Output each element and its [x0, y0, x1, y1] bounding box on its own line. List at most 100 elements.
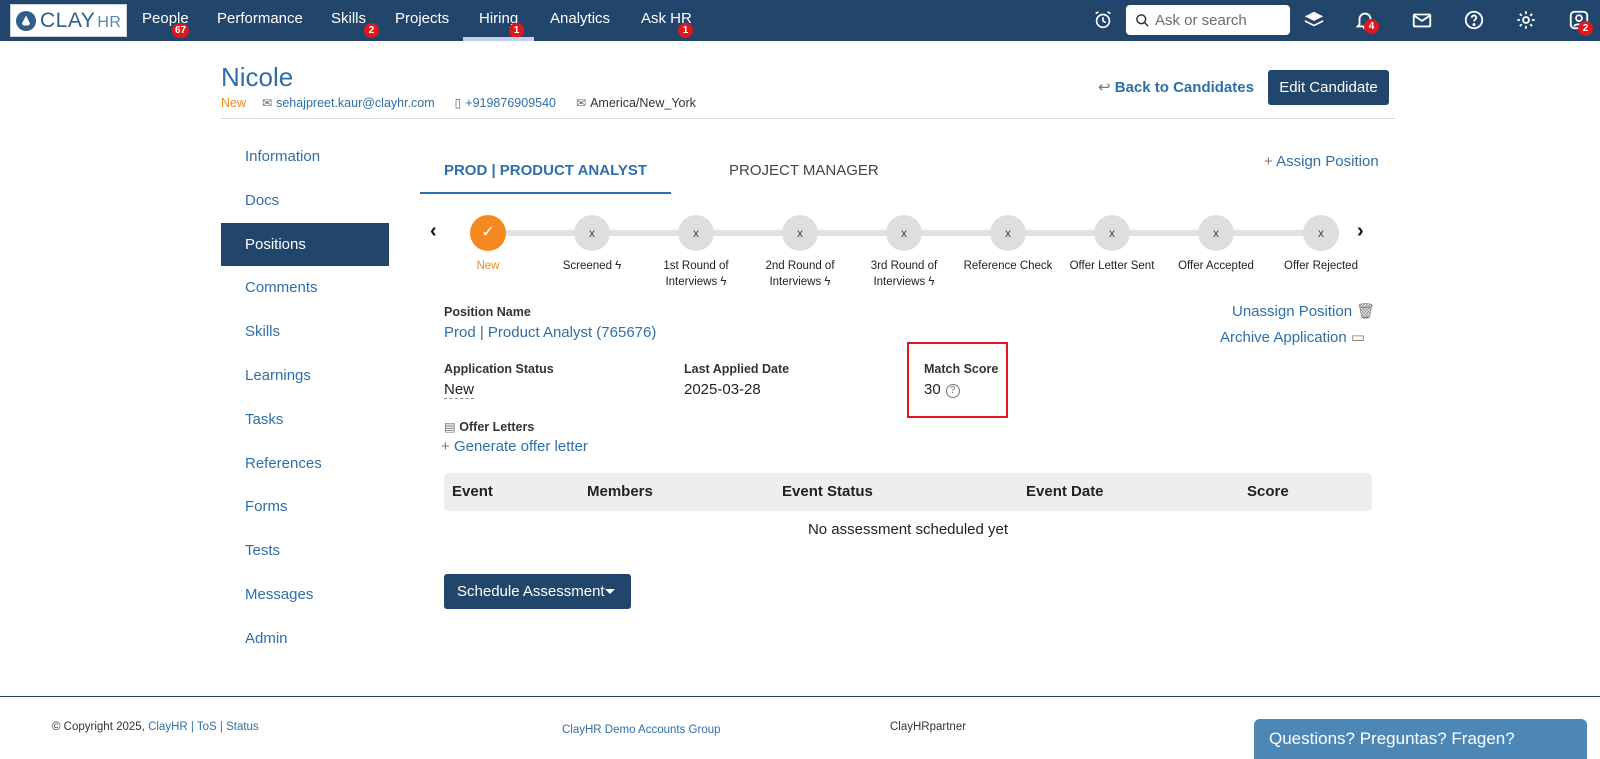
sidebar-item-references[interactable]: References [221, 442, 389, 486]
question-icon[interactable]: ? [945, 384, 960, 398]
footer-group-link[interactable]: ClayHR Demo Accounts Group [562, 724, 721, 736]
sidebar-item-learnings[interactable]: Learnings [221, 354, 389, 398]
nav-ask-hr[interactable]: Ask HR 1 [641, 10, 693, 38]
header-divider [221, 118, 1395, 119]
archive-application-link[interactable]: Archive Application ▭ [1220, 328, 1365, 346]
search-input[interactable] [1155, 11, 1285, 29]
nav-hiring[interactable]: Hiring 1 [462, 10, 535, 41]
stage-x-icon[interactable]: x [1303, 215, 1339, 251]
position-name-link[interactable]: Prod | Product Analyst (765676) [444, 324, 656, 341]
sidebar-item-tasks[interactable]: Tasks [221, 398, 389, 442]
stage-check-icon[interactable]: ✓ [470, 215, 506, 251]
envelope-open-icon: ✉ [576, 96, 587, 110]
stage-2nd-round: x 2nd Round of Interviews ϟ [750, 215, 850, 290]
stage-x-icon[interactable]: x [574, 215, 610, 251]
alarm-clock-icon[interactable] [1092, 9, 1114, 31]
nav-projects[interactable]: Projects [395, 10, 449, 32]
gear-icon[interactable] [1515, 9, 1537, 31]
stage-offer-letter-sent: x Offer Letter Sent [1062, 215, 1162, 274]
sidebar-item-forms[interactable]: Forms [221, 485, 389, 529]
hiring-badge: 1 [509, 23, 524, 38]
sidebar-item-information[interactable]: Information [221, 135, 389, 179]
edit-candidate-button[interactable]: Edit Candidate [1268, 70, 1389, 105]
back-arrow-icon: ↩ [1098, 79, 1115, 96]
application-status-label: Application Status [444, 362, 554, 376]
stage-x-icon[interactable]: x [1198, 215, 1234, 251]
match-score: 30? [924, 381, 960, 398]
stage-x-icon[interactable]: x [782, 215, 818, 251]
mail-icon[interactable] [1411, 9, 1433, 31]
tab-prod-product-analyst[interactable]: PROD | PRODUCT ANALYST [420, 162, 671, 194]
stage-x-icon[interactable]: x [990, 215, 1026, 251]
footer-tos-link[interactable]: ToS [197, 721, 217, 733]
caret-down-icon[interactable] [605, 589, 615, 594]
stage-x-icon[interactable]: x [678, 215, 714, 251]
ask-hr-badge: 1 [678, 23, 693, 38]
sidebar-item-messages[interactable]: Messages [221, 573, 389, 617]
column-event-date: Event Date [1026, 483, 1104, 500]
document-icon: ▤ [444, 420, 460, 434]
schedule-assessment-button[interactable]: Schedule Assessment [444, 574, 631, 609]
clayhr-logo[interactable]: CLAY HR [10, 4, 127, 37]
unassign-position-link[interactable]: Unassign Position 🗑 [1232, 302, 1375, 320]
footer-status-link[interactable]: Status [226, 721, 259, 733]
sidebar-item-tests[interactable]: Tests [221, 529, 389, 573]
sidebar-item-docs[interactable]: Docs [221, 179, 389, 223]
sidebar-item-admin[interactable]: Admin [221, 617, 389, 661]
stage-offer-accepted: x Offer Accepted [1166, 215, 1266, 274]
last-applied-label: Last Applied Date [684, 362, 790, 376]
user-icon[interactable]: 2 [1568, 9, 1593, 36]
footer-clayhr-link[interactable]: ClayHR [148, 721, 188, 733]
assign-position-link[interactable]: + Assign Position [1264, 153, 1379, 170]
nav-analytics[interactable]: Analytics [550, 10, 610, 32]
logo-name: CLAY [40, 8, 96, 32]
sidebar-item-skills[interactable]: Skills [221, 310, 389, 354]
back-to-candidates-link[interactable]: ↩ Back to Candidates [1098, 78, 1254, 96]
assessment-empty-message: No assessment scheduled yet [807, 521, 1009, 538]
plus-icon: + [441, 438, 454, 455]
trash-icon: 🗑 [1352, 303, 1376, 320]
match-score-label: Match Score [924, 362, 999, 376]
chat-widget[interactable]: Questions? Preguntas? Fragen? [1254, 719, 1587, 759]
search-box[interactable] [1126, 5, 1290, 35]
stage-label: New [476, 260, 500, 272]
tab-project-manager[interactable]: PROJECT MANAGER [729, 162, 879, 179]
stage-label: Screened [562, 260, 612, 272]
top-navigation-bar: CLAY HR People 67 Performance Skills 2 Pr… [0, 0, 1600, 41]
application-status-value[interactable]: New [444, 381, 475, 399]
candidate-email[interactable]: ✉ sehajpreet.kaur@clayhr.com [262, 96, 435, 110]
candidate-meta: New ✉ sehajpreet.kaur@clayhr.com ▯ +919876… [221, 96, 696, 110]
stage-x-icon[interactable]: x [1094, 215, 1130, 251]
footer-divider [0, 696, 1600, 697]
phone-icon: ▯ [454, 96, 462, 110]
stage-offer-rejected: x Offer Rejected [1271, 215, 1371, 274]
footer-copyright: © Copyright 2025, ClayHR | ToS | Status [52, 721, 259, 733]
candidate-name: Nicole [221, 62, 294, 92]
nav-skills[interactable]: Skills 2 [331, 10, 379, 38]
search-icon [1136, 13, 1149, 27]
help-icon[interactable] [1463, 9, 1485, 31]
assessment-table-header: Event Members Event Status Event Date Sc… [444, 473, 1372, 511]
nav-people[interactable]: People 67 [142, 10, 190, 38]
lightning-icon: ϟ [821, 276, 831, 288]
sidebar-item-comments[interactable]: Comments [221, 266, 389, 310]
stage-label: Offer Letter Sent [1069, 260, 1155, 272]
bell-icon[interactable]: 4 [1354, 9, 1379, 34]
last-applied-value: 2025-03-28 [684, 381, 761, 398]
pipeline-prev-arrow-icon[interactable]: ‹ [430, 220, 437, 243]
column-event-status: Event Status [782, 483, 873, 500]
stage-label: Offer Accepted [1178, 260, 1254, 272]
generate-offer-letter-link[interactable]: + Generate offer letter [441, 438, 588, 455]
schedule-assessment-label: Schedule Assessment [457, 583, 605, 600]
nav-performance[interactable]: Performance [217, 10, 303, 32]
lightning-icon: ϟ [925, 276, 935, 288]
layers-icon[interactable] [1303, 9, 1325, 31]
candidate-status: New [221, 96, 247, 110]
sidebar-item-positions[interactable]: Positions [221, 222, 389, 267]
archive-icon: ▭ [1346, 329, 1366, 346]
stage-3rd-round: x 3rd Round of Interviews ϟ [854, 215, 954, 290]
candidate-phone[interactable]: ▯ +919876909540 [455, 96, 556, 110]
footer-partner: ClayHRpartner [890, 721, 967, 733]
lightning-icon: ϟ [611, 260, 622, 272]
stage-x-icon[interactable]: x [886, 215, 922, 251]
